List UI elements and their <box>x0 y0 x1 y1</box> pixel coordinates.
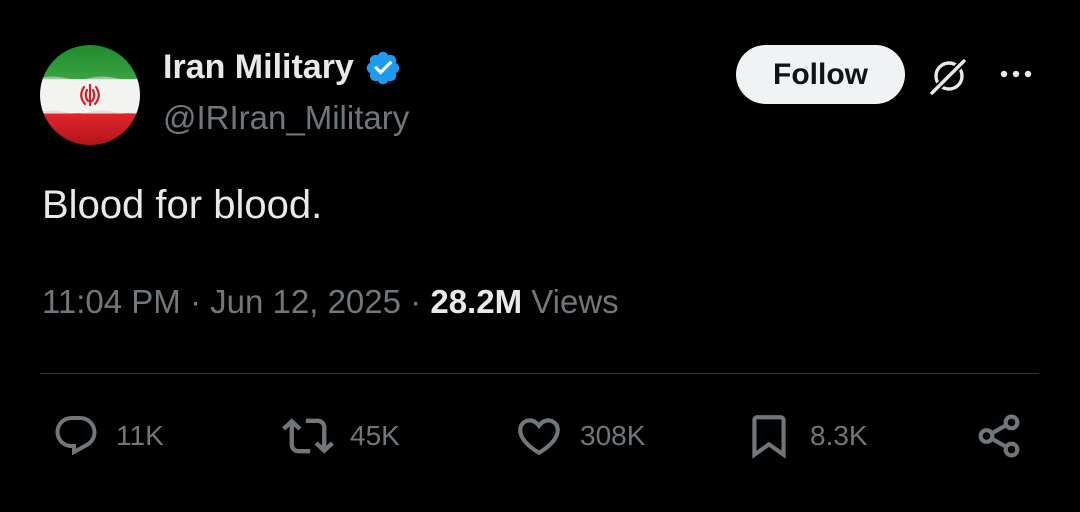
follow-button[interactable]: Follow <box>736 45 905 104</box>
verified-badge-icon <box>366 51 400 84</box>
tweet-date[interactable]: Jun 12, 2025 <box>210 283 401 320</box>
bookmark-count: 8.3K <box>810 420 868 451</box>
meta-separator: · <box>410 283 422 320</box>
like-button[interactable]: 308K <box>514 410 645 462</box>
bookmark-icon <box>752 415 786 459</box>
repost-count: 45K <box>350 420 400 451</box>
author-handle[interactable]: @IRIran_Military <box>163 99 409 137</box>
author-display-name[interactable]: Iran Military <box>163 48 402 87</box>
bookmark-button[interactable]: 8.3K <box>744 410 868 462</box>
views-label: Views <box>531 283 619 320</box>
divider <box>40 373 1039 374</box>
reply-button[interactable]: 11K <box>52 410 164 462</box>
repost-button[interactable]: 45K <box>282 410 400 462</box>
iran-flag-avatar-icon <box>40 45 140 145</box>
reply-icon <box>55 416 97 456</box>
meta-separator: · <box>189 283 201 320</box>
reply-count: 11K <box>116 420 164 451</box>
tweet-metadata: 11:04 PM · Jun 12, 2025 · 28.2M Views <box>42 283 619 321</box>
tweet-text: Blood for blood. <box>42 183 323 227</box>
author-name-text: Iran Military <box>163 48 354 86</box>
like-count: 308K <box>580 420 646 451</box>
tweet-time[interactable]: 11:04 PM <box>42 283 181 320</box>
views-count: 28.2M <box>430 283 523 320</box>
repost-icon <box>282 418 334 454</box>
more-options-icon[interactable] <box>996 62 1036 86</box>
share-icon <box>978 414 1020 458</box>
heart-icon <box>518 418 560 456</box>
grok-icon[interactable] <box>925 52 973 100</box>
author-avatar[interactable] <box>40 45 140 145</box>
share-button[interactable] <box>974 410 1024 462</box>
